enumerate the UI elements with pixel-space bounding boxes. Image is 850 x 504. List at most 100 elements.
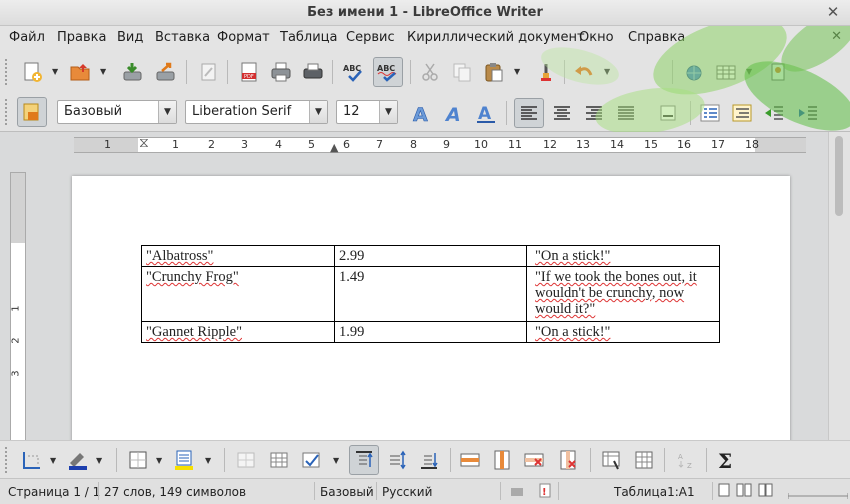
table-dropdown-arrow[interactable]: ▼ <box>746 67 754 76</box>
menu-format[interactable]: Формат <box>217 30 270 45</box>
table-cell[interactable]: "If we took the bones out, it wouldn't b… <box>526 266 720 322</box>
menu-view[interactable]: Вид <box>117 30 143 45</box>
open-dropdown-arrow[interactable]: ▼ <box>100 67 108 76</box>
navigator-icon[interactable] <box>680 58 708 86</box>
font-size-combo[interactable]: 12 ▼ <box>336 100 398 124</box>
chevron-down-icon[interactable]: ▼ <box>309 101 327 123</box>
paste-icon[interactable] <box>480 58 508 86</box>
page-style-status[interactable]: Базовый <box>320 485 374 499</box>
document-modified-icon[interactable]: ! <box>538 483 552 502</box>
menu-table[interactable]: Таблица <box>280 30 338 45</box>
insert-row-icon[interactable] <box>456 446 484 474</box>
menu-cyrillic-document[interactable]: Кириллический документ <box>407 30 585 45</box>
insert-mode-icon[interactable] <box>510 483 524 500</box>
line-style-icon[interactable] <box>64 446 92 474</box>
justify-icon[interactable] <box>612 99 640 127</box>
save-icon[interactable] <box>118 58 146 86</box>
table-cell[interactable]: "Albatross" <box>141 245 335 267</box>
undo-dropdown-arrow[interactable]: ▼ <box>604 67 612 76</box>
menu-insert[interactable]: Вставка <box>155 30 210 45</box>
underline-a-icon[interactable]: A <box>472 99 500 127</box>
scrollbar-thumb[interactable] <box>835 136 843 216</box>
new-dropdown-arrow[interactable]: ▼ <box>52 67 60 76</box>
paragraph-style-combo[interactable]: Базовый ▼ <box>57 100 177 124</box>
select-table-icon[interactable] <box>597 446 625 474</box>
menu-help[interactable]: Справка <box>628 30 685 45</box>
print-preview-icon[interactable] <box>299 58 327 86</box>
dropdown-arrow[interactable]: ▼ <box>96 456 104 465</box>
window-close-button[interactable]: ✕ <box>824 3 842 21</box>
left-indent-marker[interactable]: ⧖ <box>139 135 149 151</box>
chevron-down-icon[interactable]: ▼ <box>158 101 176 123</box>
align-left-icon[interactable] <box>514 98 544 128</box>
table-icon[interactable] <box>712 58 740 86</box>
table-cell[interactable]: 2.99 <box>334 245 527 267</box>
document-page[interactable]: "Albatross" 2.99 "On a stick!" "Crunchy … <box>72 176 790 440</box>
align-bottom-icon[interactable] <box>415 446 443 474</box>
dropdown-arrow[interactable]: ▼ <box>156 456 164 465</box>
indent-increase-icon[interactable] <box>794 99 822 127</box>
align-center-icon[interactable] <box>548 99 576 127</box>
table-insert-icon[interactable] <box>18 446 46 474</box>
align-center-vertical-icon[interactable] <box>383 446 411 474</box>
vertical-ruler[interactable]: 1 2 3 <box>10 172 26 442</box>
new-document-icon[interactable] <box>18 58 46 86</box>
document-close-button[interactable]: ✕ <box>831 29 842 44</box>
spellcheck-icon[interactable]: ABC <box>340 58 368 86</box>
edit-mode-icon[interactable] <box>194 58 222 86</box>
paste-dropdown-arrow[interactable]: ▼ <box>514 67 522 76</box>
dropdown-arrow[interactable]: ▼ <box>50 456 58 465</box>
delete-column-icon[interactable] <box>554 446 582 474</box>
table-cell[interactable]: 1.49 <box>334 266 527 322</box>
dropdown-arrow[interactable]: ▼ <box>333 456 341 465</box>
insert-column-icon[interactable] <box>488 446 516 474</box>
align-right-icon[interactable] <box>580 99 608 127</box>
sort-icon[interactable]: AZ <box>672 446 700 474</box>
clone-formatting-icon[interactable] <box>532 58 560 86</box>
chevron-down-icon[interactable]: ▼ <box>379 101 397 123</box>
zoom-slider[interactable] <box>787 489 849 503</box>
horizontal-ruler[interactable]: 1 ⧖ 1 2 3 4 5 ▲ 6 7 8 9 10 11 12 13 14 1… <box>0 132 828 160</box>
menu-edit[interactable]: Правка <box>57 30 106 45</box>
autospellcheck-icon[interactable]: ABC <box>373 57 403 87</box>
page-number-status[interactable]: Страница 1 / 1 <box>8 485 100 499</box>
multi-page-view-icon[interactable] <box>736 483 752 500</box>
menu-window[interactable]: Окно <box>579 30 614 45</box>
indent-decrease-icon[interactable] <box>760 99 788 127</box>
undo-icon[interactable] <box>570 58 598 86</box>
word-count-status[interactable]: 27 слов, 149 символов <box>104 485 246 499</box>
document-table[interactable]: "Albatross" 2.99 "On a stick!" "Crunchy … <box>141 245 720 343</box>
copy-icon[interactable] <box>448 58 476 86</box>
export-pdf-icon[interactable]: PDF <box>235 58 263 86</box>
export-icon[interactable] <box>151 58 179 86</box>
sum-icon[interactable]: Σ <box>712 446 740 474</box>
document-area[interactable]: "Albatross" 2.99 "On a stick!" "Crunchy … <box>30 160 828 440</box>
table-properties-icon[interactable] <box>630 446 658 474</box>
font-name-combo[interactable]: Liberation Serif ▼ <box>185 100 328 124</box>
optimize-icon[interactable] <box>297 446 325 474</box>
tab-marker[interactable]: ▲ <box>330 141 338 154</box>
split-cells-icon[interactable] <box>265 446 293 474</box>
table-cell-status[interactable]: Таблица1:A1 <box>614 485 695 499</box>
print-icon[interactable] <box>267 58 295 86</box>
menu-tools[interactable]: Сервис <box>346 30 395 45</box>
single-page-view-icon[interactable] <box>718 483 730 500</box>
table-cell[interactable]: "Crunchy Frog" <box>141 266 335 322</box>
toolbar-handle[interactable] <box>4 58 8 86</box>
table-cell[interactable]: 1.99 <box>334 321 527 343</box>
background-color-icon[interactable] <box>170 446 198 474</box>
styles-icon[interactable] <box>17 97 47 127</box>
vertical-scrollbar[interactable] <box>828 132 850 440</box>
align-top-icon[interactable] <box>349 445 379 475</box>
open-icon[interactable] <box>66 58 94 86</box>
table-cell[interactable]: "On a stick!" <box>526 245 720 267</box>
borders-icon[interactable] <box>124 446 152 474</box>
cut-icon[interactable] <box>416 58 444 86</box>
paragraph-icon[interactable] <box>654 99 682 127</box>
delete-row-icon[interactable] <box>520 446 548 474</box>
list-icon[interactable] <box>696 99 724 127</box>
table-cell[interactable]: "Gannet Ripple" <box>141 321 335 343</box>
language-status[interactable]: Русский <box>382 485 432 499</box>
dropdown-arrow[interactable]: ▼ <box>205 456 213 465</box>
merge-cells-icon[interactable] <box>232 446 260 474</box>
